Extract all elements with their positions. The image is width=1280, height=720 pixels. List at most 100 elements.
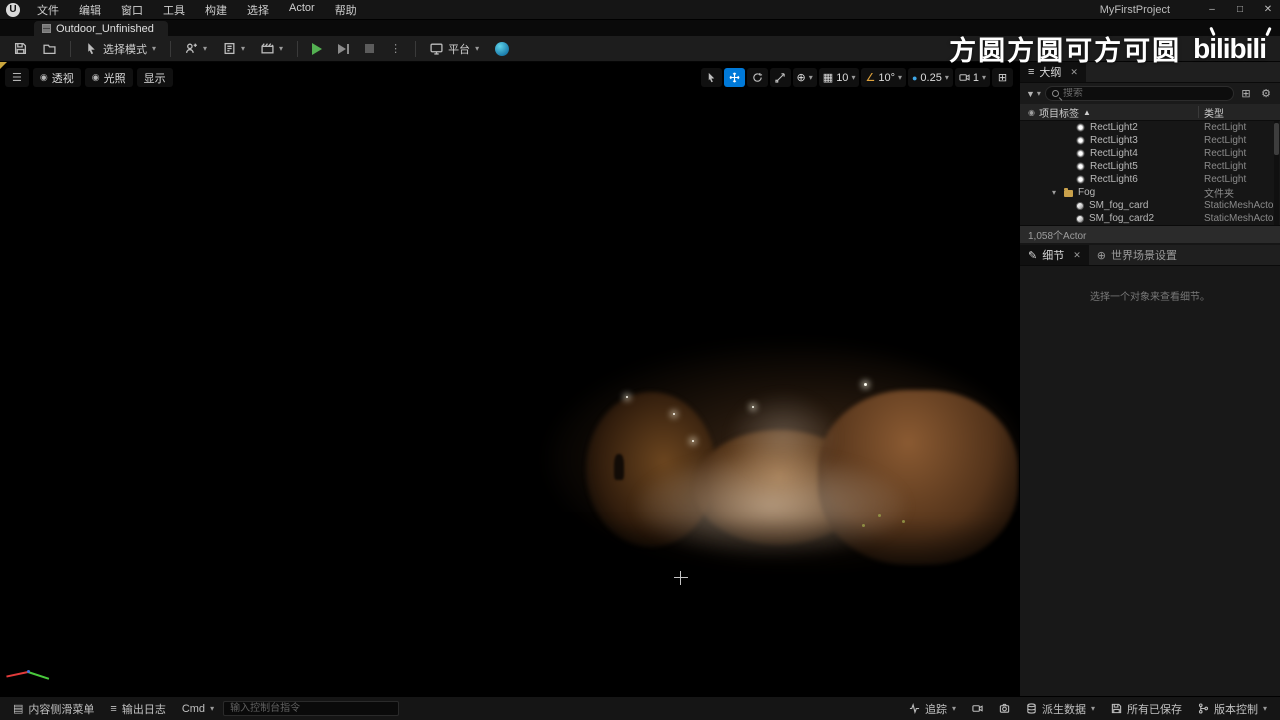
screenshot-button[interactable]	[992, 699, 1017, 718]
column-type-label[interactable]: 类型	[1204, 105, 1224, 120]
sort-ascending-icon[interactable]: ▲	[1083, 108, 1091, 117]
outliner-row[interactable]: SM_fog_card2 StaticMeshActo	[1020, 212, 1280, 225]
menu-item-7[interactable]: 帮助	[326, 0, 366, 20]
outliner-row[interactable]: ▾ Fog 文件夹	[1020, 186, 1280, 200]
minimize-button[interactable]: –	[1200, 1, 1224, 19]
outliner-row[interactable]: RectLight5 RectLight	[1020, 160, 1280, 173]
details-tab-bar: ✎ 细节 ✕ ⊕ 世界场景设置	[1020, 245, 1280, 266]
view-mode-dropdown[interactable]: ◉ 光照	[84, 68, 133, 87]
menu-item-0[interactable]: 文件	[28, 0, 68, 20]
maximize-button[interactable]: □	[1228, 1, 1252, 19]
play-options-button[interactable]: ⋮	[384, 39, 407, 59]
content-drawer-button[interactable]: ▤ 内容侧滑菜单	[6, 699, 101, 718]
menu-item-1[interactable]: 编辑	[70, 0, 110, 20]
menu-item-3[interactable]: 工具	[154, 0, 194, 20]
statusbar-right: 追踪 ▾ 派生数据 ▾ 所有已保存 版本控制 ▾	[902, 699, 1274, 718]
maximize-viewport-button[interactable]: ⊞	[992, 68, 1013, 87]
asset-tab-outdoor-unfinished[interactable]: Outdoor_Unfinished	[34, 21, 168, 36]
snapping-dropdown[interactable]: ⊕ ▾	[792, 68, 817, 87]
all-saved-label: 所有已保存	[1126, 703, 1182, 716]
move-tool-button[interactable]	[723, 68, 745, 87]
grid-snap-value: 10	[836, 71, 849, 84]
row-type: RectLight	[1204, 161, 1247, 172]
show-dropdown[interactable]: 显示	[136, 68, 173, 87]
outliner-column-header[interactable]: ◉ 项目标签 ▲ 类型	[1020, 104, 1280, 121]
add-actor-dropdown[interactable]: ▾	[179, 39, 213, 59]
content-drawer-label: 内容侧滑菜单	[28, 703, 95, 716]
unreal-logo-icon[interactable]: U	[6, 2, 20, 17]
cursor-icon	[88, 43, 95, 55]
column-item-label[interactable]: 项目标签	[1039, 105, 1079, 120]
trace-dropdown[interactable]: 追踪 ▾	[902, 699, 963, 718]
outliner-row[interactable]: RectLight4 RectLight	[1020, 147, 1280, 160]
content-browser-button[interactable]	[37, 39, 62, 59]
menu-item-2[interactable]: 窗口	[112, 0, 152, 20]
grid-snap-control[interactable]: ▦ 10 ▾	[818, 68, 860, 87]
blueprints-dropdown[interactable]: ▾	[217, 39, 251, 59]
main-area: ☰ ◉ 透视 ◉ 光照 显示 ⊕ ▾ ▦ 10 ▾ ∠ 10° ▾ ● 0.25…	[0, 62, 1280, 696]
row-label: RectLight3	[1090, 135, 1138, 146]
close-button[interactable]: ✕	[1256, 1, 1280, 19]
scrollbar-thumb[interactable]	[1274, 123, 1279, 155]
output-log-button[interactable]: ≡ 输出日志	[103, 699, 172, 718]
scale-tool-button[interactable]	[769, 68, 791, 87]
select-tool-button[interactable]	[700, 68, 722, 87]
tab-details[interactable]: ✎ 细节 ✕	[1020, 245, 1089, 265]
scene-light-point	[673, 413, 675, 415]
outliner-settings-button[interactable]: ⚙	[1258, 86, 1274, 102]
select-mode-dropdown[interactable]: 选择模式 ▾	[79, 39, 162, 59]
skip-button[interactable]	[332, 39, 355, 59]
cinematics-dropdown[interactable]: ▾	[255, 39, 289, 59]
outliner-row[interactable]: SM_fog_card StaticMeshActo	[1020, 199, 1280, 212]
title-bar: U 文件 编辑 窗口 工具 构建 选择 Actor 帮助 MyFirstProject – □…	[0, 0, 1280, 20]
add-folder-button[interactable]: ⊞	[1238, 86, 1254, 102]
save-button[interactable]	[8, 39, 33, 59]
outliner-search[interactable]	[1044, 86, 1234, 101]
scale-icon	[774, 73, 785, 83]
level-viewport[interactable]: ☰ ◉ 透视 ◉ 光照 显示 ⊕ ▾ ▦ 10 ▾ ∠ 10° ▾ ● 0.25…	[0, 62, 1019, 696]
save-status-button[interactable]: 所有已保存	[1104, 699, 1189, 718]
revision-control-dropdown[interactable]: 版本控制 ▾	[1191, 699, 1274, 718]
close-icon[interactable]: ✕	[1073, 250, 1081, 261]
outliner-row[interactable]: RectLight6 RectLight	[1020, 173, 1280, 186]
play-icon	[312, 42, 323, 55]
camera-icon	[959, 74, 970, 81]
mesh-icon	[1076, 201, 1084, 210]
perspective-dropdown[interactable]: ◉ 透视	[32, 68, 81, 87]
visibility-eye-icon[interactable]: ◉	[1028, 108, 1035, 117]
drawer-icon: ▤	[13, 703, 24, 715]
toolbar-separator	[297, 40, 299, 57]
menu-item-5[interactable]: 选择	[238, 0, 278, 20]
filter-dropdown[interactable]: ▼ ▾	[1026, 89, 1041, 99]
outliner-row[interactable]: RectLight2 RectLight	[1020, 121, 1280, 134]
cmd-dropdown[interactable]: Cmd ▾	[175, 699, 221, 718]
derived-data-dropdown[interactable]: 派生数据 ▾	[1019, 699, 1102, 718]
rotation-snap-value: 10°	[878, 71, 895, 84]
platform-dropdown[interactable]: 平台 ▾	[424, 39, 485, 59]
screenshot-icon	[999, 703, 1010, 713]
search-input[interactable]	[1062, 88, 1227, 99]
project-settings-button[interactable]	[489, 39, 515, 59]
row-type: RectLight	[1204, 148, 1247, 159]
play-button[interactable]	[306, 39, 328, 59]
tab-outliner[interactable]: ≡ 大纲 ✕	[1020, 62, 1086, 82]
camera-speed-control[interactable]: 1 ▾	[954, 68, 990, 87]
stop-button[interactable]	[359, 39, 380, 59]
rotate-tool-button[interactable]	[746, 68, 768, 87]
console-command-input[interactable]	[223, 701, 400, 716]
column-divider	[1198, 106, 1199, 118]
output-log-label: 输出日志	[121, 703, 166, 716]
viewport-options-button[interactable]: ☰	[5, 68, 29, 87]
scale-snap-control[interactable]: ● 0.25 ▾	[907, 68, 953, 87]
expander-icon[interactable]: ▾	[1052, 188, 1064, 197]
rotation-snap-control[interactable]: ∠ 10° ▾	[861, 68, 906, 87]
insights-button[interactable]	[965, 699, 990, 718]
tab-world-settings[interactable]: ⊕ 世界场景设置	[1089, 245, 1185, 265]
row-type: StaticMeshActo	[1204, 213, 1274, 224]
outliner-scrollbar[interactable]	[1274, 121, 1279, 225]
menu-item-6[interactable]: Actor	[280, 0, 324, 20]
outliner-row[interactable]: RectLight3 RectLight	[1020, 134, 1280, 147]
close-icon[interactable]: ✕	[1070, 67, 1078, 78]
details-tab-label: 细节	[1042, 250, 1065, 262]
menu-item-4[interactable]: 构建	[196, 0, 236, 20]
